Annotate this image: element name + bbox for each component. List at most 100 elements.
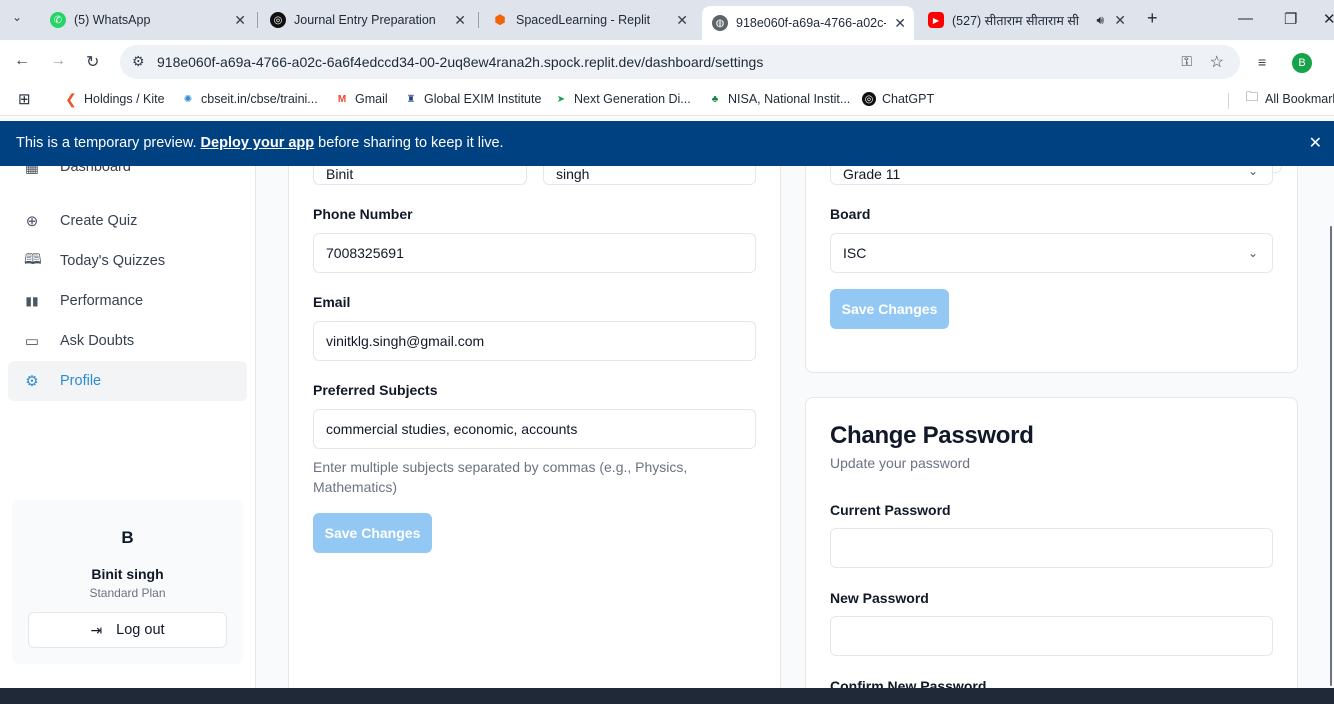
bookmark-label: All Bookmarks bbox=[1265, 92, 1334, 106]
new-password-field[interactable] bbox=[830, 616, 1273, 656]
tab-replit[interactable]: ⬢ SpacedLearning - Replit ✕ bbox=[482, 6, 696, 34]
new-tab-icon[interactable]: + bbox=[1147, 8, 1158, 29]
current-password-label: Current Password bbox=[830, 502, 951, 518]
bookmark-chatgpt[interactable]: ◎ ChatGPT bbox=[862, 92, 934, 106]
bookmarks-divider bbox=[1228, 93, 1229, 109]
preview-banner: This is a temporary preview. Deploy your… bbox=[0, 121, 1334, 166]
tab-preview-active[interactable]: ◍ 918e060f-a69a-4766-a02c-6 ✕ bbox=[702, 6, 914, 40]
bookmark-gmail[interactable]: M Gmail bbox=[335, 92, 388, 106]
tab-journal-entry[interactable]: ◎ Journal Entry Preparation ✕ bbox=[260, 6, 474, 34]
sidebar-item-label: Ask Doubts bbox=[60, 333, 135, 349]
chatgpt-icon: ◎ bbox=[270, 12, 286, 28]
user-name: Binit singh bbox=[91, 566, 164, 582]
bookmarks-bar: ⊞ ❮ Holdings / Kite ✺ cbseit.in/cbse/tra… bbox=[0, 84, 1334, 116]
close-tab-icon[interactable]: ✕ bbox=[454, 12, 466, 29]
sidebar-item-label: Dashboard bbox=[60, 166, 131, 175]
profile-info-card: Binit singh Phone Number 7008325691 Emai… bbox=[288, 166, 781, 688]
close-tab-icon[interactable]: ✕ bbox=[676, 12, 688, 29]
sidebar-item-label: Today's Quizzes bbox=[60, 253, 166, 269]
password-key-icon[interactable]: ⚿ bbox=[1181, 53, 1192, 70]
grade-select[interactable]: Grade 11 ⌄ bbox=[830, 166, 1273, 185]
phone-label: Phone Number bbox=[313, 206, 413, 222]
close-window-icon[interactable]: ✕ bbox=[1323, 10, 1334, 28]
tab-title: 918e060f-a69a-4766-a02c-6 bbox=[736, 16, 886, 30]
email-value: vinitklg.singh@gmail.com bbox=[326, 333, 485, 349]
sidebar-item-label: Create Quiz bbox=[60, 213, 138, 229]
minimize-icon[interactable]: — bbox=[1238, 10, 1253, 27]
sidebar-item-ask-doubts[interactable]: ▭ Ask Doubts bbox=[8, 321, 247, 361]
address-bar[interactable]: ⚙ 918e060f-a69a-4766-a02c-6a6f4edccd34-0… bbox=[120, 45, 1240, 79]
bookmark-nisa[interactable]: ♣ NISA, National Instit... bbox=[708, 92, 851, 106]
os-taskbar bbox=[0, 688, 1334, 704]
browser-toolbar: ← → ↻ ⚙ 918e060f-a69a-4766-a02c-6a6f4edc… bbox=[0, 40, 1334, 84]
bookmark-label: Holdings / Kite bbox=[84, 92, 165, 106]
page-scrollbar[interactable] bbox=[1330, 226, 1332, 686]
new-password-label: New Password bbox=[830, 590, 929, 606]
close-tab-icon[interactable]: ✕ bbox=[1114, 12, 1126, 29]
sidebar-item-create-quiz[interactable]: ⊕ Create Quiz bbox=[8, 201, 247, 241]
card-subtitle: Update your password bbox=[830, 455, 971, 471]
nisa-icon: ♣ bbox=[711, 93, 719, 105]
apps-grid-icon[interactable]: ⊞ bbox=[18, 90, 31, 108]
forward-icon[interactable]: → bbox=[50, 52, 66, 70]
app-main: ▦ Dashboard ⊕ Create Quiz 🕮︎ Today's Qui… bbox=[0, 166, 1334, 688]
arrow-icon: ➤ bbox=[556, 93, 566, 105]
book-open-icon: 🕮︎ bbox=[24, 250, 42, 268]
subjects-value: commercial studies, economic, accounts bbox=[326, 421, 578, 437]
subjects-field[interactable]: commercial studies, economic, accounts bbox=[313, 409, 756, 449]
board-select[interactable]: ISC ⌄ bbox=[830, 233, 1273, 273]
settings-gear-icon: ⚙ bbox=[25, 373, 39, 390]
bookmark-all-bookmarks[interactable]: 🗀︎ All Bookmarks bbox=[1245, 89, 1334, 106]
banner-suffix: before sharing to keep it live. bbox=[314, 135, 504, 151]
deploy-link[interactable]: Deploy your app bbox=[201, 135, 315, 151]
first-name-field[interactable]: Binit bbox=[313, 166, 527, 185]
tab-youtube[interactable]: ▶ (527) सीताराम सीताराम सी 🔊︎ ✕ bbox=[920, 6, 1134, 34]
save-academic-button[interactable]: Save Changes bbox=[830, 289, 949, 329]
back-icon[interactable]: ← bbox=[14, 52, 30, 70]
tab-title: (527) सीताराम सीताराम सी bbox=[952, 13, 1080, 28]
subjects-label: Preferred Subjects bbox=[313, 382, 438, 398]
subjects-hint: Enter multiple subjects separated by com… bbox=[313, 459, 688, 495]
board-value: ISC bbox=[843, 245, 867, 261]
dashboard-icon: ▦ bbox=[24, 166, 40, 176]
bookmark-kite[interactable]: ❮ Holdings / Kite bbox=[64, 91, 165, 107]
bookmark-cbseit[interactable]: ✺ cbseit.in/cbse/traini... bbox=[181, 92, 318, 106]
logout-button[interactable]: ⇥ Log out bbox=[28, 612, 227, 648]
reload-icon[interactable]: ↻ bbox=[86, 52, 99, 72]
chevron-down-icon: ⌄ bbox=[1247, 166, 1258, 178]
bookmark-label: ChatGPT bbox=[882, 92, 935, 106]
tab-whatsapp[interactable]: ✆ (5) WhatsApp ✕ bbox=[40, 6, 254, 34]
profile-avatar[interactable]: B bbox=[1292, 53, 1312, 73]
speaker-icon[interactable]: 🔊︎ bbox=[1096, 13, 1104, 28]
tab-search-icon[interactable]: ⌄ bbox=[12, 10, 22, 24]
save-profile-button[interactable]: Save Changes bbox=[313, 513, 432, 553]
sidebar-item-todays-quizzes[interactable]: 🕮︎ Today's Quizzes bbox=[8, 241, 247, 281]
close-tab-icon[interactable]: ✕ bbox=[894, 15, 906, 32]
current-password-field[interactable] bbox=[830, 528, 1273, 568]
folder-icon: 🗀︎ bbox=[1245, 89, 1259, 104]
bookmark-global-exim[interactable]: ♜ Global EXIM Institute bbox=[404, 92, 542, 106]
whatsapp-icon: ✆ bbox=[50, 12, 66, 28]
close-tab-icon[interactable]: ✕ bbox=[234, 12, 246, 29]
restore-icon[interactable]: ❐ bbox=[1284, 10, 1297, 28]
user-card: B Binit singh Standard Plan ⇥ Log out bbox=[12, 500, 243, 664]
phone-field[interactable]: 7008325691 bbox=[313, 233, 756, 273]
bookmark-star-icon[interactable]: ☆ bbox=[1210, 52, 1224, 72]
youtube-icon: ▶ bbox=[928, 12, 944, 28]
banner-text: This is a temporary preview. Deploy your… bbox=[16, 135, 504, 151]
site-info-icon[interactable]: ⚙ bbox=[132, 53, 145, 70]
bookmark-next-generation[interactable]: ➤ Next Generation Di... bbox=[554, 92, 691, 106]
last-name-field[interactable]: singh bbox=[543, 166, 756, 185]
logout-icon: ⇥ bbox=[90, 621, 103, 638]
sidebar-item-profile[interactable]: ⚙ Profile bbox=[8, 361, 247, 401]
phone-value: 7008325691 bbox=[326, 245, 404, 261]
tab-title: Journal Entry Preparation bbox=[294, 13, 436, 27]
grade-value: Grade 11 bbox=[843, 166, 901, 182]
close-banner-icon[interactable]: ✕ bbox=[1309, 133, 1322, 153]
sidebar-item-performance[interactable]: ▮▮ Performance bbox=[8, 281, 247, 321]
sidebar-item-dashboard[interactable]: ▦ Dashboard bbox=[8, 166, 247, 186]
email-field[interactable]: vinitklg.singh@gmail.com bbox=[313, 321, 756, 361]
chevron-down-icon: ⌄ bbox=[1247, 246, 1258, 260]
media-control-icon[interactable]: ≡ bbox=[1258, 54, 1266, 70]
banner-prefix: This is a temporary preview. bbox=[16, 135, 201, 151]
